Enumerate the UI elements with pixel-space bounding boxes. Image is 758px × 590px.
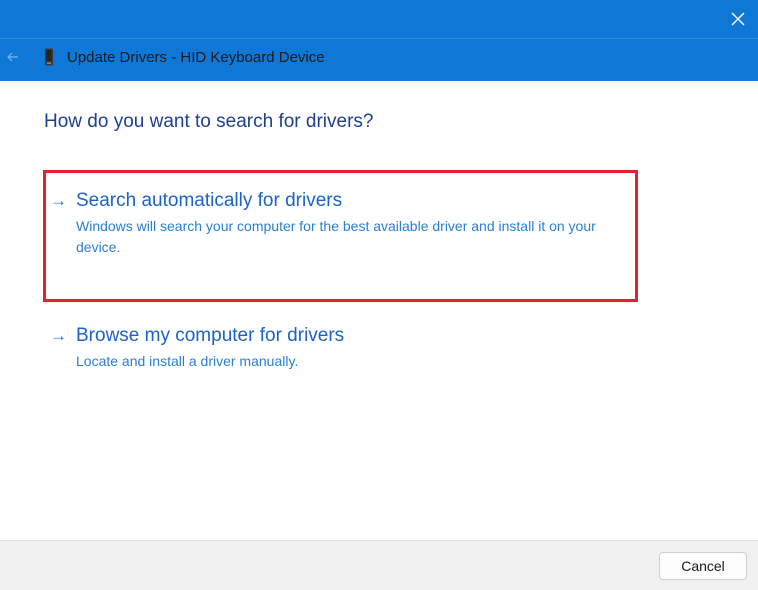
option-description: Locate and install a driver manually. <box>76 353 299 369</box>
back-button[interactable] <box>2 44 24 70</box>
caption-strip <box>0 0 758 38</box>
browse-computer-option[interactable]: → Browse my computer for drivers Locate … <box>48 325 638 375</box>
option-title: Search automatically for drivers <box>76 190 343 211</box>
back-arrow-icon <box>7 52 18 62</box>
close-icon <box>731 12 745 26</box>
search-automatically-option[interactable]: → Search automatically for drivers Windo… <box>48 190 638 290</box>
option-description: Windows will search your computer for th… <box>76 218 596 255</box>
cancel-button[interactable]: Cancel <box>659 552 747 580</box>
arrow-right-icon: → <box>50 191 67 210</box>
option-title: Browse my computer for drivers <box>76 325 345 346</box>
footer-bar <box>0 540 758 590</box>
close-button[interactable] <box>718 0 758 38</box>
device-icon <box>45 48 53 66</box>
arrow-right-icon: → <box>50 326 67 345</box>
window-title: Update Drivers - HID Keyboard Device <box>67 49 325 66</box>
title-divider <box>0 38 758 39</box>
title-bar: Update Drivers - HID Keyboard Device <box>0 0 758 81</box>
page-question: How do you want to search for drivers? <box>44 111 374 132</box>
